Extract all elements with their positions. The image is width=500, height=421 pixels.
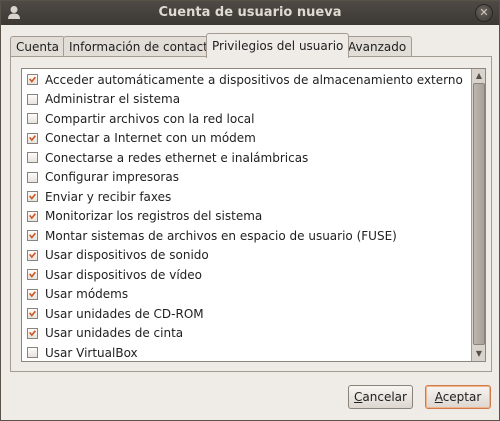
- scroll-up-icon[interactable]: ▲: [473, 70, 485, 82]
- privilege-label: Compartir archivos con la red local: [45, 111, 255, 126]
- new-user-account-dialog: Cuenta de usuario nueva ✕ Cuenta Informa…: [0, 0, 500, 421]
- privilege-row[interactable]: Monitorizar los registros del sistema: [22, 207, 463, 227]
- privilege-row[interactable]: Usar dispositivos de vídeo: [22, 265, 463, 285]
- privilege-checkbox[interactable]: [27, 171, 38, 183]
- privilege-checkbox[interactable]: [27, 288, 38, 300]
- privilege-label: Acceder automáticamente a dispositivos d…: [45, 72, 463, 87]
- accept-mnemonic: A: [434, 390, 443, 404]
- privilege-row[interactable]: Usar dispositivos de sonido: [22, 246, 463, 266]
- privilege-checkbox[interactable]: [27, 210, 38, 222]
- privilege-label: Conectarse a redes ethernet e inalámbric…: [45, 150, 309, 165]
- privilege-row[interactable]: Enviar y recibir faxes: [22, 187, 463, 207]
- privilege-label: Usar VirtualBox: [45, 345, 138, 360]
- accept-label: ceptar: [442, 390, 482, 404]
- privilege-checkbox[interactable]: [27, 191, 38, 203]
- privilege-checkbox[interactable]: [27, 249, 38, 261]
- privilege-row[interactable]: Usar unidades de cinta: [22, 324, 463, 344]
- cancel-label: ancelar: [362, 390, 407, 404]
- privilege-row[interactable]: Conectarse a redes ethernet e inalámbric…: [22, 148, 463, 168]
- privilege-checkbox[interactable]: [27, 113, 38, 125]
- window-title: Cuenta de usuario nueva: [158, 5, 342, 20]
- cancel-button[interactable]: Cancelar: [348, 385, 413, 409]
- scrollbar-thumb[interactable]: [473, 83, 485, 345]
- privilege-row[interactable]: Usar VirtualBox: [22, 343, 463, 361]
- privilege-label: Administrar el sistema: [45, 92, 181, 107]
- privilege-row[interactable]: Conectar a Internet con un módem: [22, 129, 463, 149]
- privilege-label: Usar unidades de cinta: [45, 326, 184, 341]
- privilege-checkbox[interactable]: [27, 74, 38, 86]
- privilege-checkbox[interactable]: [27, 132, 38, 144]
- tab-advanced[interactable]: Avanzado: [342, 36, 413, 57]
- privilege-checkbox[interactable]: [27, 347, 38, 359]
- privilege-row[interactable]: Montar sistemas de archivos en espacio d…: [22, 226, 463, 246]
- privilege-checkbox[interactable]: [27, 327, 38, 339]
- privilege-row[interactable]: Usar unidades de CD-ROM: [22, 304, 463, 324]
- title-bar[interactable]: Cuenta de usuario nueva ✕: [1, 1, 499, 25]
- privilege-label: Configurar impresoras: [45, 170, 179, 185]
- privilege-row[interactable]: Configurar impresoras: [22, 168, 463, 188]
- privilege-label: Usar dispositivos de vídeo: [45, 267, 203, 282]
- tab-contact-info[interactable]: Información de contacto: [63, 36, 222, 57]
- privilege-row[interactable]: Acceder automáticamente a dispositivos d…: [22, 70, 463, 90]
- privilege-checkbox[interactable]: [27, 230, 38, 242]
- tab-cuenta[interactable]: Cuenta: [10, 36, 66, 57]
- scroll-down-icon[interactable]: ▼: [473, 348, 485, 360]
- privilege-label: Usar dispositivos de sonido: [45, 248, 209, 263]
- privilege-label: Enviar y recibir faxes: [45, 189, 172, 204]
- privilege-row[interactable]: Compartir archivos con la red local: [22, 109, 463, 129]
- privilege-checkbox[interactable]: [27, 152, 38, 164]
- privilege-row[interactable]: Administrar el sistema: [22, 90, 463, 110]
- privilege-checkbox[interactable]: [27, 308, 38, 320]
- privilege-label: Conectar a Internet con un módem: [45, 131, 256, 146]
- privilege-label: Usar unidades de CD-ROM: [45, 306, 204, 321]
- privilege-label: Montar sistemas de archivos en espacio d…: [45, 228, 397, 243]
- tab-panel: Acceder automáticamente a dispositivos d…: [10, 56, 492, 372]
- privileges-list[interactable]: Acceder automáticamente a dispositivos d…: [21, 68, 486, 362]
- privilege-label: Usar módems: [45, 287, 129, 302]
- privilege-checkbox[interactable]: [27, 269, 38, 281]
- privilege-row[interactable]: Usar módems: [22, 285, 463, 305]
- close-icon[interactable]: ✕: [475, 4, 493, 22]
- privilege-checkbox[interactable]: [27, 93, 38, 105]
- accept-button[interactable]: Aceptar: [425, 385, 491, 409]
- tab-user-privileges[interactable]: Privilegios del usuario: [206, 33, 350, 58]
- vertical-scrollbar[interactable]: ▲ ▼: [471, 69, 485, 361]
- privilege-label: Monitorizar los registros del sistema: [45, 209, 263, 224]
